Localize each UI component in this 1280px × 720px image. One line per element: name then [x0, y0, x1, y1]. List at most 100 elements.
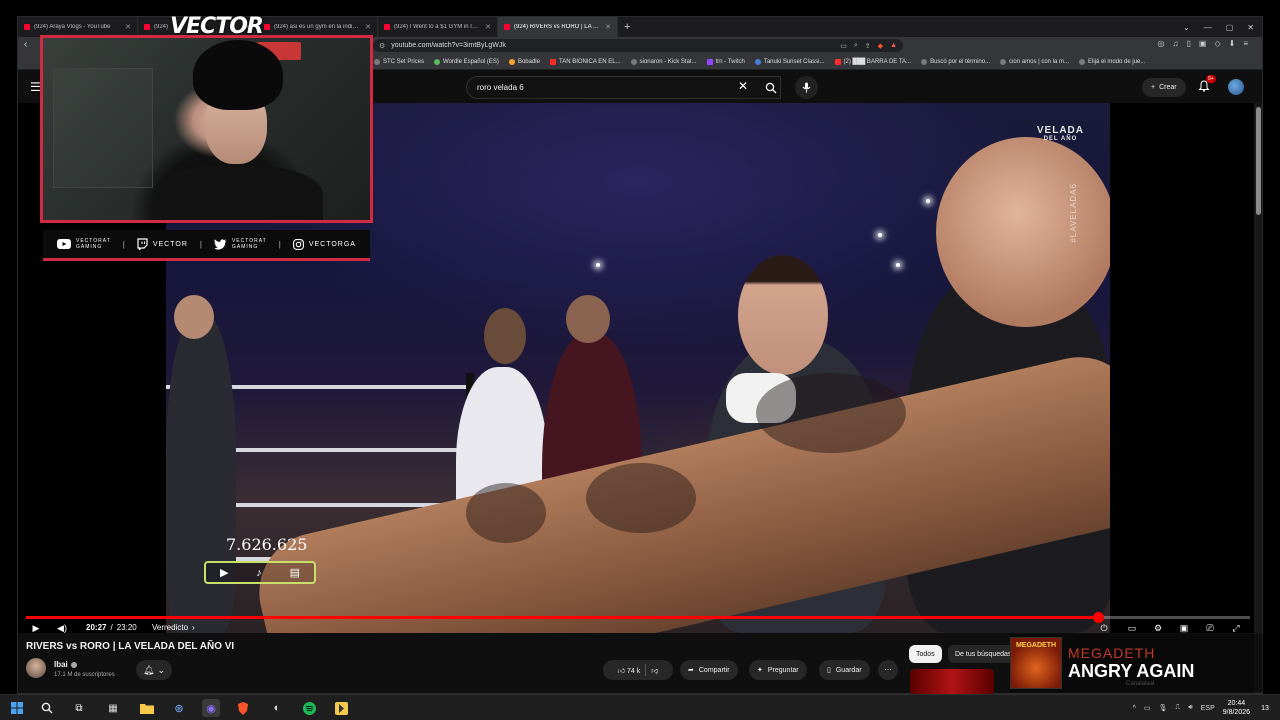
search-input[interactable]: roro velada 6	[466, 76, 781, 99]
new-tab-icon[interactable]: +	[618, 21, 636, 33]
subtitles-icon[interactable]: ▭	[1126, 623, 1138, 633]
spotify-icon[interactable]	[300, 699, 318, 717]
social-instagram: VECTORGA	[292, 238, 356, 250]
volume-icon[interactable]: 🔊︎	[1188, 704, 1192, 712]
bookmark[interactable]: STC Set Prices	[374, 58, 424, 65]
reading-list-icon[interactable]: ▯	[1187, 39, 1191, 48]
close-tab-icon[interactable]: ✕	[125, 23, 131, 31]
menu-icon[interactable]: ≡	[1243, 39, 1248, 48]
brave-shield-icon[interactable]: ◆	[878, 42, 883, 50]
fighter-crying-head	[738, 255, 828, 375]
album-art-text: MEGADETH	[1015, 642, 1057, 649]
play-icon[interactable]: ▶	[30, 623, 42, 633]
subscription-bell-button[interactable]: 🔔︎ ⌄	[136, 660, 172, 680]
close-window-icon[interactable]: ✕	[1247, 23, 1254, 32]
bookmark[interactable]: Bobadle	[508, 58, 540, 65]
search-icon[interactable]	[38, 699, 56, 717]
bookmark-label: TAN BIONICA EN EL...	[558, 58, 621, 65]
chip-all[interactable]: Todos	[909, 645, 942, 663]
url-text: youtube.com/watch?v=3imtByLgWJk	[391, 42, 506, 49]
social-twitch: VECTOR	[137, 238, 188, 250]
more-horizontal-icon: ⋯	[884, 667, 892, 674]
address-bar[interactable]: ⚙ youtube.com/watch?v=3imtByLgWJk ▭ ⌕ ⇪ …	[373, 39, 903, 52]
back-icon[interactable]: ‹	[24, 39, 27, 50]
clock[interactable]: 20:44 9/8/2026	[1223, 699, 1250, 717]
twitch-icon: ▤	[289, 567, 301, 579]
autoplay-toggle-icon[interactable]: ⏻	[1098, 623, 1110, 633]
downloads-icon[interactable]: ⬇	[1229, 39, 1236, 48]
chip-from-searches[interactable]: De tus búsquedas	[948, 645, 1019, 663]
settings-gear-icon[interactable]: ⚙	[1152, 623, 1164, 633]
close-tab-icon[interactable]: ✕	[605, 23, 611, 31]
app-icon[interactable]	[332, 699, 350, 717]
dislike-button[interactable]: 👎︎	[651, 666, 658, 675]
chapter-button[interactable]: Verredicto ›	[152, 623, 195, 632]
create-button[interactable]: + Crear	[1142, 78, 1186, 97]
close-tab-icon[interactable]: ✕	[365, 23, 371, 31]
share-button[interactable]: ➦ Compartir	[680, 660, 738, 680]
language-indicator[interactable]: ESP	[1201, 705, 1215, 712]
time-separator: /	[110, 623, 113, 632]
browser-tab[interactable]: (924) asi es un gym en la india - You ✕	[258, 17, 378, 37]
windows-start-icon[interactable]	[8, 699, 26, 717]
tray-app-icon[interactable]: ▭	[1144, 704, 1151, 712]
music-extension-icon[interactable]: ♫	[1173, 39, 1179, 48]
browser-tab-active[interactable]: (924) RIVERS vs RORO | LA VELA ✕	[498, 17, 618, 37]
browser-tab[interactable]: (924) I Went to a $1 GYM in India - Y ✕	[378, 17, 498, 37]
volume-icon[interactable]: ◀)	[56, 623, 68, 633]
cast-icon[interactable]: ▭	[840, 42, 847, 50]
scrollbar-thumb[interactable]	[1256, 107, 1261, 215]
bookmark[interactable]: (2) ███ BARRA DE TA...	[834, 58, 911, 65]
vpn-icon[interactable]: ◇	[1214, 39, 1220, 48]
search-button[interactable]	[758, 76, 784, 99]
steam-icon[interactable]: ⊛	[170, 699, 188, 717]
site-settings-icon[interactable]: ⚙	[379, 42, 385, 50]
clear-search-icon[interactable]: ✕	[738, 80, 748, 92]
bookmark[interactable]: cion amos | con la m...	[1000, 58, 1069, 65]
notification-center-button[interactable]: 13	[1258, 701, 1272, 715]
zoom-icon[interactable]: ⌕	[854, 42, 858, 50]
progress-bar[interactable]	[26, 612, 1250, 623]
bookmark[interactable]: Wordle Español (ES)	[434, 58, 499, 65]
maximize-icon[interactable]: ▢	[1226, 23, 1234, 32]
obs-icon[interactable]: ◐	[268, 699, 286, 717]
bookmark-label: Elijá el modo de jue...	[1088, 58, 1146, 65]
file-explorer-icon[interactable]	[138, 699, 156, 717]
task-view-icon[interactable]: ⧉	[70, 699, 88, 717]
discord-icon[interactable]: ◉	[202, 699, 220, 717]
photographer-head	[174, 295, 214, 339]
fullscreen-icon[interactable]: ⤢	[1230, 623, 1242, 633]
bookmark[interactable]: trn - Twitch	[706, 58, 745, 65]
miniplayer-icon[interactable]: ▣	[1178, 623, 1190, 633]
microphone-icon[interactable]: 🎙︎	[1159, 704, 1168, 712]
save-button[interactable]: ▯ Guardar	[819, 660, 870, 680]
account-avatar[interactable]	[1228, 79, 1244, 95]
bookmark[interactable]: sionaron - Kick Stat...	[630, 58, 697, 65]
extension-icon[interactable]: ◎	[1158, 39, 1165, 48]
recommended-thumbnail[interactable]	[910, 669, 994, 695]
share-icon[interactable]: ⇪	[865, 42, 871, 50]
cast-icon[interactable]: ⎚	[1204, 623, 1216, 633]
bookmark[interactable]: Buscó por el término...	[921, 58, 990, 65]
brave-browser-icon[interactable]	[234, 699, 252, 717]
browser-tab[interactable]: (924) Araya Vlogs - YouTube ✕	[18, 17, 138, 37]
voice-search-button[interactable]	[795, 76, 818, 99]
network-icon[interactable]: ⎍	[1175, 704, 1180, 712]
chevron-up-icon[interactable]: ^	[1133, 705, 1136, 712]
bookmark[interactable]: TAN BIONICA EN EL...	[549, 58, 621, 65]
ask-button[interactable]: ✦ Preguntar	[749, 660, 807, 680]
minimize-icon[interactable]: —	[1204, 23, 1212, 32]
more-actions-button[interactable]: ⋯	[878, 660, 898, 680]
bookmark[interactable]: Tanuki Sunset Classi...	[754, 58, 825, 65]
close-tab-icon[interactable]: ✕	[485, 23, 491, 31]
channel-avatar[interactable]	[26, 658, 46, 678]
tab-search-icon[interactable]: ⌄	[1183, 23, 1190, 32]
channel-name-link[interactable]: Ibai	[54, 660, 77, 669]
rewards-icon[interactable]: ▲	[890, 42, 897, 50]
address-bar-icons: ▭ ⌕ ⇪ ◆ ▲	[840, 42, 897, 50]
stage-light	[878, 233, 882, 237]
like-button[interactable]: 👍︎ 74 k	[618, 666, 641, 675]
widgets-icon[interactable]: ▦	[104, 699, 122, 717]
wallet-icon[interactable]: ▣	[1199, 39, 1207, 48]
bookmark[interactable]: Elijá el modo de jue...	[1079, 58, 1146, 65]
